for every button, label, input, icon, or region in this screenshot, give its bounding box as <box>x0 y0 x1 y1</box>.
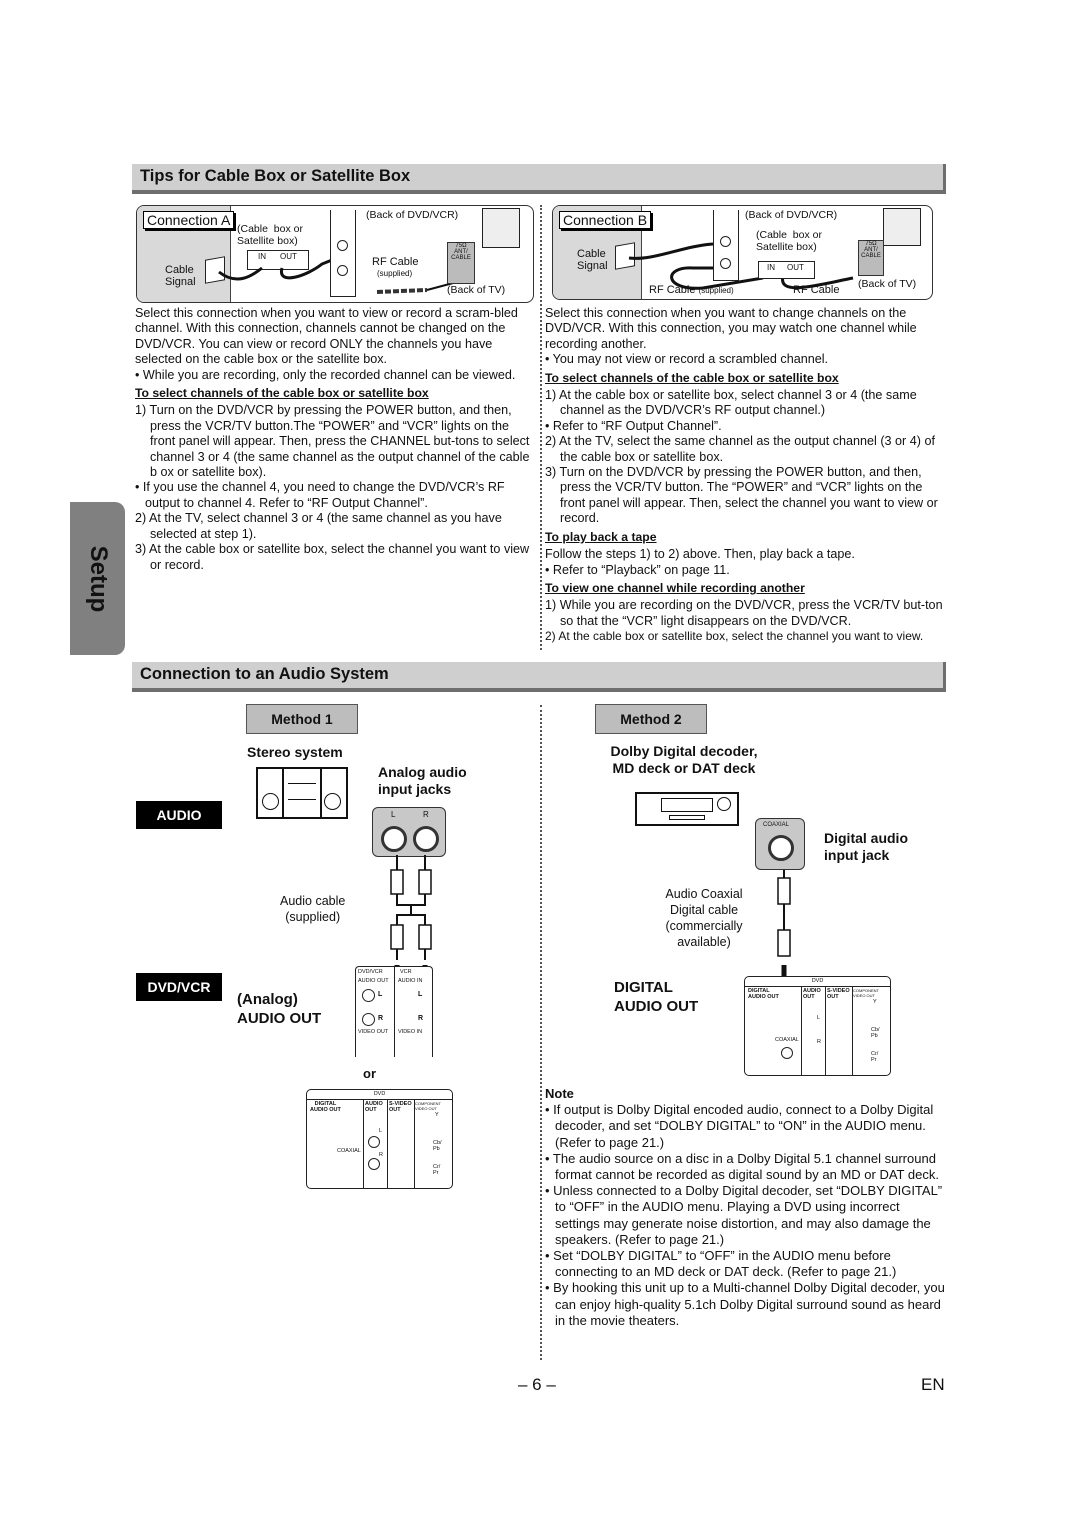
decoder-device-icon <box>635 792 739 826</box>
section-title: Connection to an Audio System <box>140 665 389 683</box>
tv-ant-jack: 75Ω ANT/ CABLE <box>447 242 475 284</box>
connection-b-step-2: 2) At the TV, select the same channel as… <box>545 434 935 464</box>
coaxial-input-panel: COAXIAL <box>755 818 805 870</box>
cable-box-icon: IN OUT <box>758 261 815 279</box>
language-code: EN <box>921 1375 945 1394</box>
digital-audio-out-label: DIGITAL AUDIO OUT <box>614 979 699 1015</box>
section-header-cable-box: Tips for Cable Box or Satellite Box <box>132 164 946 194</box>
note-item: • Set “DOLBY DIGITAL” to “OFF” in the AU… <box>545 1248 897 1280</box>
view-step-2: 2) At the cable box or satellite box, se… <box>545 629 924 644</box>
method-2-label: Method 2 <box>595 704 707 734</box>
column-divider <box>540 205 542 650</box>
decoder-label: Dolby Digital decoder, MD deck or DAT de… <box>610 743 758 776</box>
audio-out-l-jack <box>362 989 375 1002</box>
coaxial-cable-label: Audio Coaxial Digital cable (commerciall… <box>665 887 743 949</box>
connection-b-subhead-1: To select channels of the cable box or s… <box>545 370 839 385</box>
audio-out-r-jack <box>362 1013 375 1026</box>
notes-block: Note • If output is Dolby Digital encode… <box>545 1086 947 1329</box>
setup-side-tab: Setup <box>70 502 125 655</box>
digital-audio-jack-label: Digital audio input jack <box>824 830 908 863</box>
connection-a-text: Select this connection when you want to … <box>135 306 533 573</box>
note-item: • Unless connected to a Dolby Digital de… <box>545 1183 943 1247</box>
audio-tag: AUDIO <box>136 801 222 829</box>
connection-a-step-2: 2) At the TV, select channel 3 or 4 (the… <box>135 511 502 541</box>
supplied-label: (supplied) <box>377 269 413 278</box>
back-of-tv-label: (Back of TV) <box>447 284 506 296</box>
connection-b-bullet: • You may not view or record a scrambled… <box>545 352 829 367</box>
connection-b-subhead-3: To view one channel while recording anot… <box>545 580 805 595</box>
tv-back-icon <box>883 208 921 246</box>
connection-b-diagram: Connection B Cable Signal (Back of DVD/V… <box>552 205 933 300</box>
note-title: Note <box>545 1086 574 1101</box>
stereo-system-label: Stereo system <box>247 744 343 760</box>
tv-ant-jack: 75Ω ANT/ CABLE <box>858 240 884 276</box>
cable-box-label-b: (Cable box or Satellite box) <box>756 229 822 253</box>
dvdvcr-tag: DVD/VCR <box>136 973 222 1001</box>
playback-text: Follow the steps 1) to 2) above. Then, p… <box>545 547 855 562</box>
connection-b-step-3: 3) Turn on the DVD/VCR by pressing the P… <box>545 465 938 526</box>
connection-a-intro: Select this connection when you want to … <box>135 306 518 367</box>
rf-cable-label-b: RF Cable <box>793 284 840 296</box>
method-1-label: Method 1 <box>246 704 358 734</box>
rf-cable-supplied-label: RF Cable (supplied) <box>649 284 734 296</box>
column-divider <box>540 705 542 1360</box>
connection-a-bullet: • While you are recording, only the reco… <box>135 367 516 382</box>
stereo-system-icon <box>256 767 348 819</box>
view-step-1: 1) While you are recording on the DVD/VC… <box>545 598 943 628</box>
playback-bullet: • Refer to “Playback” on page 11. <box>545 562 730 577</box>
connection-a-step-3: 3) At the cable box or satellite box, se… <box>135 542 530 572</box>
connection-a-bullet-2: • If you use the channel 4, you need to … <box>135 480 505 510</box>
jack-r-icon <box>413 826 439 852</box>
section-header-audio-system: Connection to an Audio System <box>132 662 946 692</box>
back-of-dvd-label: (Back of DVD/VCR) <box>366 209 459 221</box>
connection-b-bullet-2: • Refer to “RF Output Channel”. <box>545 418 722 433</box>
dvdvcr-back-panel: DVD/VCR VCR AUDIO OUT AUDIO IN L L R R V… <box>355 966 433 1057</box>
connection-b-subhead-2: To play back a tape <box>545 529 657 544</box>
dvd-vcr-back-icon <box>330 210 356 297</box>
connection-a-step-1: 1) Turn on the DVD/VCR by pressing the P… <box>135 403 530 480</box>
jack-l-icon <box>381 826 407 852</box>
audio-cable-label: Audio cable (supplied) <box>280 894 346 924</box>
coaxial-jack-icon <box>768 835 794 861</box>
rf-cable-label: RF Cable <box>372 256 419 268</box>
connection-a-diagram: Connection A Cable Signal (Cable box or … <box>136 205 534 303</box>
dvd-back-panel-digital: DVD DIGITAL AUDIO OUT AUDIO OUT S-VIDEO … <box>744 976 891 1076</box>
coaxial-out-jack <box>781 1047 793 1059</box>
analog-audio-out-label: (Analog) AUDIO OUT <box>237 991 322 1027</box>
back-of-tv-label-b: (Back of TV) <box>858 278 917 290</box>
dvd-back-panel: DVD DIGITAL AUDIO OUT AUDIO OUT S-VIDEO … <box>306 1089 453 1189</box>
note-item: • If output is Dolby Digital encoded aud… <box>545 1102 934 1150</box>
or-label: or <box>363 1066 376 1081</box>
back-of-dvd-label-b: (Back of DVD/VCR) <box>745 209 838 221</box>
connection-a-subhead: To select channels of the cable box or s… <box>135 386 429 401</box>
analog-audio-jacks-label: Analog audio input jacks <box>378 764 467 797</box>
analog-input-jacks-panel: L R <box>372 807 446 857</box>
section-title: Tips for Cable Box or Satellite Box <box>140 167 411 185</box>
connection-b-intro: Select this connection when you want to … <box>545 306 917 351</box>
page-number: – 6 – <box>518 1375 556 1394</box>
tv-back-icon <box>482 208 520 248</box>
note-item: • By hooking this unit up to a Multi-cha… <box>545 1280 945 1328</box>
connection-b-text: Select this connection when you want to … <box>545 306 945 645</box>
note-item: • The audio source on a disc in a Dolby … <box>545 1150 939 1183</box>
setup-tab-label: Setup <box>84 545 112 612</box>
connection-b-step-1: 1) At the cable box or satellite box, se… <box>545 388 917 418</box>
